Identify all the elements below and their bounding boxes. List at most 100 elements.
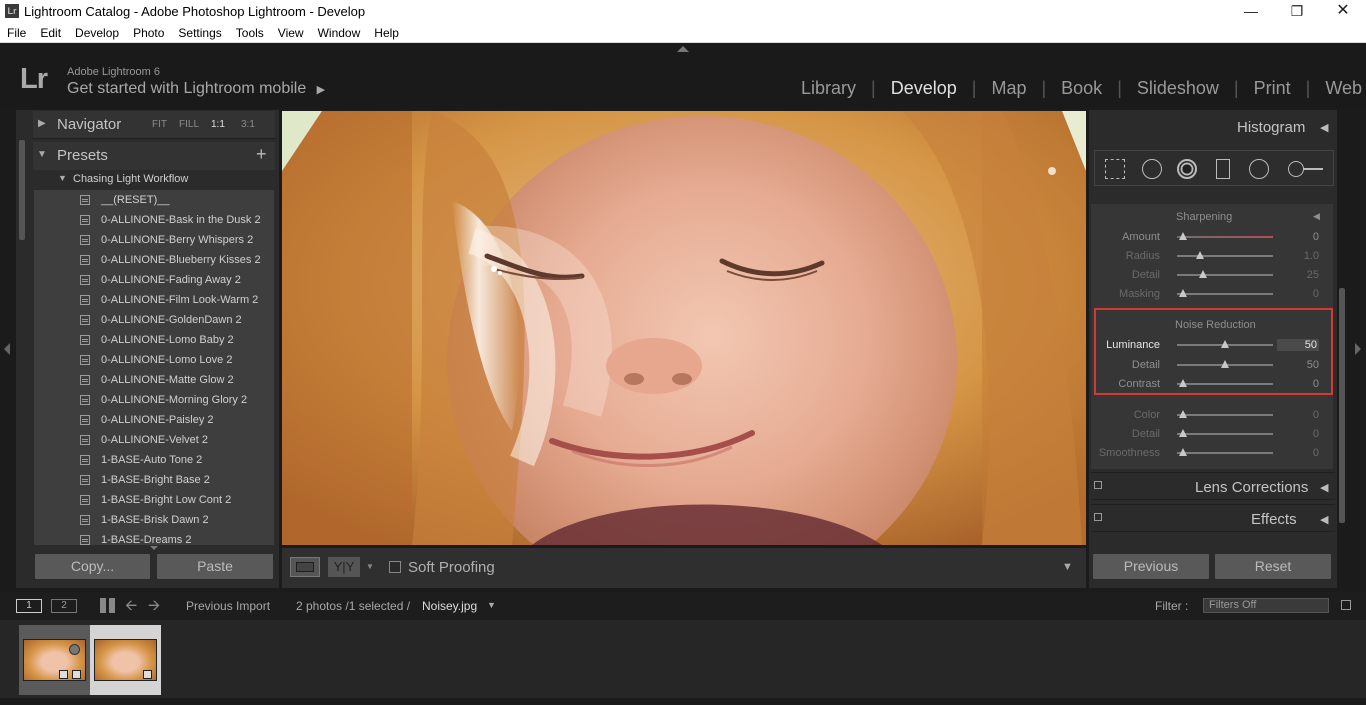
- before-after-dropdown-icon[interactable]: ▼: [366, 562, 374, 571]
- preset-folder[interactable]: ▼ Chasing Light Workflow: [33, 170, 274, 188]
- effects-header[interactable]: Effects ◀: [1091, 504, 1335, 532]
- radius-thumb[interactable]: [1196, 251, 1204, 259]
- mobile-promo-link[interactable]: Get started with Lightroom mobile ▶: [67, 80, 325, 98]
- lens-corrections-toggle[interactable]: [1094, 481, 1102, 489]
- restore-icon[interactable]: ❐: [1274, 0, 1320, 23]
- adjustment-brush-icon[interactable]: [1288, 161, 1304, 177]
- filter-select[interactable]: Filters Off: [1203, 598, 1329, 613]
- amount-track[interactable]: [1177, 236, 1273, 238]
- preset-item[interactable]: 0-ALLINONE-GoldenDawn 2: [34, 310, 274, 330]
- filename-dropdown-icon[interactable]: ▼: [487, 600, 496, 610]
- radial-filter-icon[interactable]: [1249, 159, 1269, 179]
- module-map[interactable]: Map: [976, 78, 1041, 99]
- paste-settings-button[interactable]: Paste: [157, 554, 273, 579]
- color-nr-track[interactable]: [1177, 414, 1273, 416]
- second-window-button[interactable]: 2: [51, 599, 77, 613]
- preset-item[interactable]: 0-ALLINONE-Lomo Love 2: [34, 350, 274, 370]
- amount-slider[interactable]: Amount 0: [1091, 228, 1333, 246]
- effects-toggle[interactable]: [1094, 513, 1102, 521]
- zoom-3-1[interactable]: 3:1: [241, 119, 255, 130]
- left-panel-scrollbar[interactable]: [19, 140, 25, 240]
- smoothness-thumb[interactable]: [1179, 448, 1187, 456]
- color-detail-track[interactable]: [1177, 433, 1273, 435]
- masking-slider[interactable]: Masking 0: [1091, 285, 1333, 303]
- thumbnail-cell[interactable]: [19, 625, 90, 695]
- masking-thumb[interactable]: [1179, 289, 1187, 297]
- grid-view-icon[interactable]: [100, 598, 115, 613]
- preset-item[interactable]: 0-ALLINONE-Fading Away 2: [34, 270, 274, 290]
- minimize-icon[interactable]: —: [1228, 0, 1274, 23]
- navigator-header[interactable]: ▶ Navigator FIT FILL 1:1 3:1: [33, 111, 275, 139]
- forward-arrow-icon[interactable]: 🡪: [148, 595, 160, 620]
- module-web[interactable]: Web: [1310, 78, 1362, 99]
- filmstrip-source[interactable]: Previous Import: [186, 599, 270, 613]
- before-after-button[interactable]: Y|Y: [328, 557, 360, 577]
- zoom-fill[interactable]: FILL: [179, 119, 199, 130]
- sharpening-collapse-icon[interactable]: ◀: [1313, 211, 1320, 222]
- filter-lock-icon[interactable]: [1341, 600, 1351, 610]
- collapse-right-panel-icon[interactable]: [1355, 343, 1361, 355]
- smoothness-slider[interactable]: Smoothness 0: [1091, 444, 1333, 462]
- module-print[interactable]: Print: [1239, 78, 1306, 99]
- menu-photo[interactable]: Photo: [126, 23, 171, 40]
- collapse-left-panel-icon[interactable]: [4, 343, 10, 355]
- main-window-button[interactable]: 1: [16, 599, 42, 613]
- color-nr-slider[interactable]: Color 0: [1091, 406, 1333, 424]
- photo-preview[interactable]: [282, 111, 1086, 545]
- close-icon[interactable]: ✕: [1320, 0, 1366, 23]
- preset-item[interactable]: 1-BASE-Auto Tone 2: [34, 450, 274, 470]
- sharpen-detail-thumb[interactable]: [1199, 270, 1207, 278]
- menu-view[interactable]: View: [271, 23, 311, 40]
- color-detail-thumb[interactable]: [1179, 429, 1187, 437]
- soft-proofing-checkbox[interactable]: [389, 561, 401, 573]
- thumbnail-cell-selected[interactable]: [90, 625, 161, 695]
- zoom-1-1[interactable]: 1:1: [211, 119, 225, 130]
- radius-slider[interactable]: Radius 1.0: [1091, 247, 1333, 265]
- sharpen-detail-slider[interactable]: Detail 25: [1091, 266, 1333, 284]
- preset-item[interactable]: 1-BASE-Dreams 2: [34, 530, 274, 545]
- add-preset-button[interactable]: +: [256, 144, 267, 165]
- menu-edit[interactable]: Edit: [33, 23, 68, 40]
- preset-item[interactable]: 0-ALLINONE-Bask in the Dusk 2: [34, 210, 274, 230]
- reset-button[interactable]: Reset: [1215, 554, 1331, 579]
- preset-item[interactable]: 0-ALLINONE-Matte Glow 2: [34, 370, 274, 390]
- graduated-filter-icon[interactable]: [1216, 159, 1230, 179]
- sharpen-detail-track[interactable]: [1177, 274, 1273, 276]
- red-eye-icon[interactable]: [1177, 159, 1197, 179]
- menu-develop[interactable]: Develop: [68, 23, 126, 40]
- menu-settings[interactable]: Settings: [171, 23, 228, 40]
- menu-help[interactable]: Help: [367, 23, 406, 40]
- menu-file[interactable]: File: [0, 23, 33, 40]
- menu-window[interactable]: Window: [311, 23, 368, 40]
- preset-item[interactable]: 0-ALLINONE-Velvet 2: [34, 430, 274, 450]
- module-book[interactable]: Book: [1046, 78, 1117, 99]
- back-arrow-icon[interactable]: 🡨: [125, 595, 137, 620]
- loupe-view-button[interactable]: [290, 557, 320, 577]
- color-nr-thumb[interactable]: [1179, 410, 1187, 418]
- lens-corrections-header[interactable]: Lens Corrections ◀: [1091, 472, 1335, 500]
- right-panel-scrollbar[interactable]: [1339, 288, 1345, 523]
- module-library[interactable]: Library: [786, 78, 871, 99]
- module-slideshow[interactable]: Slideshow: [1122, 78, 1234, 99]
- preset-item[interactable]: 0-ALLINONE-Film Look-Warm 2: [34, 290, 274, 310]
- copy-settings-button[interactable]: Copy...: [35, 554, 150, 579]
- preset-item[interactable]: 0-ALLINONE-Berry Whispers 2: [34, 230, 274, 250]
- zoom-fit[interactable]: FIT: [152, 119, 167, 130]
- preset-item[interactable]: 0-ALLINONE-Morning Glory 2: [34, 390, 274, 410]
- selected-filename[interactable]: Noisey.jpg: [422, 599, 477, 613]
- preset-item[interactable]: 0-ALLINONE-Blueberry Kisses 2: [34, 250, 274, 270]
- menu-tools[interactable]: Tools: [229, 23, 271, 40]
- preset-item[interactable]: 1-BASE-Bright Base 2: [34, 470, 274, 490]
- preset-item[interactable]: 0-ALLINONE-Lomo Baby 2: [34, 330, 274, 350]
- crop-tool-icon[interactable]: [1105, 159, 1125, 179]
- amount-thumb[interactable]: [1179, 232, 1187, 240]
- masking-track[interactable]: [1177, 293, 1273, 295]
- presets-header[interactable]: ▼ Presets +: [33, 142, 275, 170]
- histogram-header[interactable]: Histogram ◀: [1091, 113, 1335, 141]
- preset-item[interactable]: __(RESET)__: [34, 190, 274, 210]
- collapse-top-panel-icon[interactable]: [677, 46, 689, 52]
- color-detail-slider[interactable]: Detail 0: [1091, 425, 1333, 443]
- toolbar-options-icon[interactable]: ▼: [1062, 561, 1073, 573]
- spot-removal-icon[interactable]: [1142, 159, 1162, 179]
- smoothness-track[interactable]: [1177, 452, 1273, 454]
